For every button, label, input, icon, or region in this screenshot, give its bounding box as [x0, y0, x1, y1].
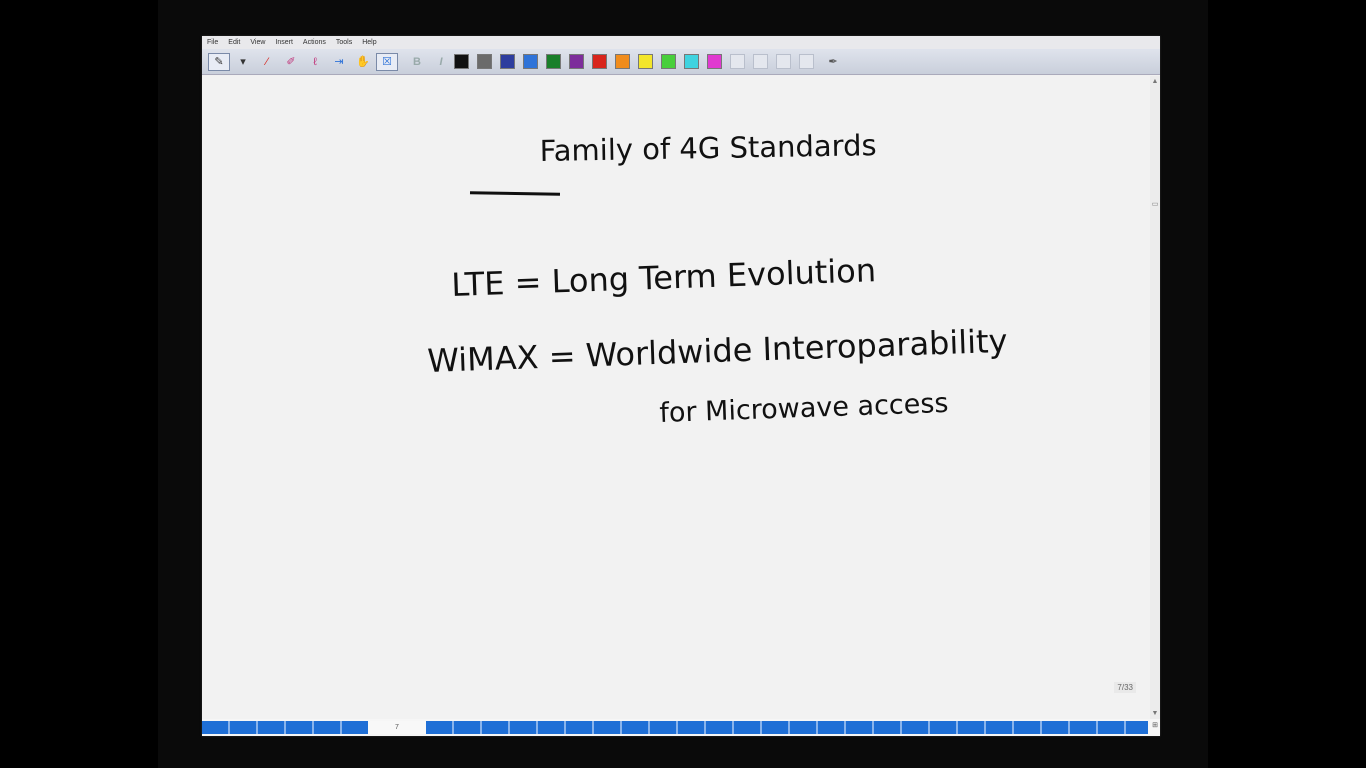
color-swatch-9[interactable]: [661, 54, 676, 69]
title-underline: [469, 191, 561, 196]
italic-button[interactable]: I: [430, 53, 452, 71]
eraser-icon[interactable]: ✐: [280, 53, 302, 71]
scroll-up-icon[interactable]: ▲: [1151, 78, 1159, 85]
empty-swatch-1[interactable]: [753, 54, 768, 69]
color-swatch-8[interactable]: [638, 54, 653, 69]
wimax-definition: WiMAX = Worldwide Interoparability: [426, 321, 1009, 380]
color-swatch-7[interactable]: [615, 54, 630, 69]
lte-definition: LTE = Long Term Evolution: [450, 251, 877, 304]
insert-space-icon[interactable]: ⇥: [328, 53, 350, 71]
dropdown-arrow-icon[interactable]: ▾: [232, 53, 254, 71]
hand-tool-icon[interactable]: ✋: [352, 53, 374, 71]
scroll-thumb[interactable]: ▭: [1151, 200, 1159, 208]
menu-actions[interactable]: Actions: [298, 39, 331, 46]
lasso-icon[interactable]: ℓ: [304, 53, 326, 71]
color-swatch-6[interactable]: [592, 54, 607, 69]
color-swatch-11[interactable]: [707, 54, 722, 69]
color-palette: [454, 54, 822, 69]
empty-swatch-2[interactable]: [776, 54, 791, 69]
insert-box-icon[interactable]: ☒: [376, 52, 398, 71]
menu-help[interactable]: Help: [357, 39, 381, 46]
color-swatch-2[interactable]: [500, 54, 515, 69]
note-page[interactable]: Family of 4G Standards LTE = Long Term E…: [202, 76, 1150, 719]
wimax-definition-continued: for Microwave access: [658, 387, 949, 429]
page-thumbnails-after[interactable]: [426, 721, 1148, 734]
color-swatch-0[interactable]: [454, 54, 469, 69]
empty-swatch-3[interactable]: [799, 54, 814, 69]
menu-tools[interactable]: Tools: [331, 39, 357, 46]
color-swatch-1[interactable]: [477, 54, 492, 69]
bold-button[interactable]: B: [406, 53, 428, 71]
zoom-corner-icon[interactable]: ⊞: [1151, 721, 1159, 734]
page-thumbnail-bar: 7 ⊞: [202, 719, 1160, 736]
scroll-down-icon[interactable]: ▼: [1151, 710, 1159, 717]
color-swatch-5[interactable]: [569, 54, 584, 69]
menu-edit[interactable]: Edit: [223, 39, 245, 46]
current-page-thumbnail[interactable]: 7: [368, 721, 426, 734]
menu-bar: File Edit View Insert Actions Tools Help: [202, 36, 1160, 49]
menu-file[interactable]: File: [202, 39, 223, 46]
empty-swatch-0[interactable]: [730, 54, 745, 69]
highlighter-icon[interactable]: ⁄: [256, 53, 278, 71]
page-title: Family of 4G Standards: [539, 128, 877, 168]
color-swatch-10[interactable]: [684, 54, 699, 69]
journal-window: File Edit View Insert Actions Tools Help…: [202, 36, 1160, 736]
menu-view[interactable]: View: [245, 39, 270, 46]
color-swatch-4[interactable]: [546, 54, 561, 69]
page-indicator: 7/33: [1114, 682, 1136, 693]
menu-insert[interactable]: Insert: [270, 39, 298, 46]
color-swatch-3[interactable]: [523, 54, 538, 69]
pen-icon[interactable]: ✎: [208, 52, 230, 71]
vertical-scrollbar[interactable]: ▲ ▭ ▼: [1150, 76, 1160, 719]
page-thumbnails-before[interactable]: [202, 721, 368, 734]
custom-pen-icon[interactable]: ✒: [822, 53, 844, 71]
toolbar: ✎ ▾ ⁄ ✐ ℓ ⇥ ✋ ☒ B I ✒: [202, 49, 1160, 75]
